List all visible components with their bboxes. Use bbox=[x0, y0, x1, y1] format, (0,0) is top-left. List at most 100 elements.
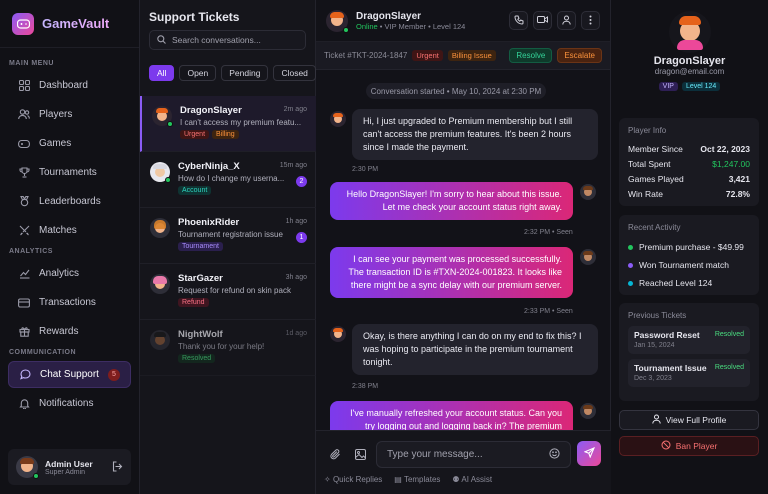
sidebar-item-transactions[interactable]: Transactions bbox=[8, 289, 131, 316]
message-outgoing: Hello DragonSlayer! I'm sorry to hear ab… bbox=[330, 182, 573, 220]
sidebar-item-label: Leaderboards bbox=[39, 196, 101, 207]
emoji-icon[interactable] bbox=[549, 447, 560, 462]
sidebar-item-dashboard[interactable]: Dashboard bbox=[8, 72, 131, 99]
grid-icon bbox=[18, 80, 30, 92]
gift-icon bbox=[18, 326, 30, 338]
activity-dot bbox=[628, 244, 633, 250]
previous-ticket-item[interactable]: Tournament Issue Dec 3, 2023 Resolved bbox=[628, 359, 750, 387]
ticket-item[interactable]: CyberNinja_X 15m ago 2 How do I change m… bbox=[140, 152, 316, 208]
sidebar-item-notifications[interactable]: Notifications bbox=[8, 390, 131, 417]
more-options-button[interactable] bbox=[581, 11, 600, 30]
info-row: Total Spent $1,247.00 bbox=[628, 156, 750, 171]
gamepad-icon bbox=[18, 138, 30, 150]
sidebar-item-label: Analytics bbox=[39, 268, 80, 279]
tickets-panel: Support Tickets Search conversations... … bbox=[140, 0, 316, 494]
sidebar-item-label: Notifications bbox=[39, 398, 94, 409]
message-input-placeholder: Type your message... bbox=[387, 449, 483, 460]
sidebar-item-players[interactable]: Players bbox=[8, 101, 131, 128]
tag-account: Account bbox=[178, 186, 212, 195]
search-placeholder: Search conversations... bbox=[172, 35, 261, 45]
system-message: Conversation started • May 10, 2024 at 2… bbox=[366, 83, 546, 99]
sidebar-item-label: Chat Support bbox=[40, 369, 99, 380]
section-communication: COMMUNICATION bbox=[9, 349, 77, 356]
video-call-button[interactable] bbox=[533, 11, 552, 30]
card-title: Previous Tickets bbox=[628, 311, 687, 320]
swords-icon bbox=[18, 225, 30, 237]
sidebar-item-tournaments[interactable]: Tournaments bbox=[8, 159, 131, 186]
sidebar-item-matches[interactable]: Matches bbox=[8, 217, 131, 244]
sidebar-item-analytics[interactable]: Analytics bbox=[8, 260, 131, 287]
ticket-preview: How do I change my userna... bbox=[178, 174, 285, 183]
filter-open[interactable]: Open bbox=[179, 65, 217, 81]
avatar bbox=[330, 326, 346, 342]
filter-closed[interactable]: Closed bbox=[273, 65, 316, 81]
sidebar-item-chat-support[interactable]: Chat Support 5 bbox=[8, 361, 131, 388]
tag-urgent: Urgent bbox=[180, 130, 210, 139]
previous-ticket-status: Resolved bbox=[714, 364, 744, 371]
templates-button[interactable]: ▤ Templates bbox=[394, 475, 440, 484]
paperclip-icon[interactable] bbox=[330, 449, 341, 462]
user-icon bbox=[651, 414, 661, 426]
search-input[interactable]: Search conversations... bbox=[149, 30, 306, 50]
ticket-bar: Ticket #TKT-2024-1847 Urgent Billing Iss… bbox=[316, 42, 610, 70]
message-incoming: Okay, is there anything I can do on my e… bbox=[352, 324, 598, 375]
previous-ticket-item[interactable]: Password Reset Jan 15, 2024 Resolved bbox=[628, 326, 750, 354]
avatar bbox=[326, 9, 349, 33]
ticket-item[interactable]: NightWolf 1d ago Thank you for your help… bbox=[140, 320, 316, 376]
user-profile-button[interactable] bbox=[557, 11, 576, 30]
search-icon bbox=[157, 34, 166, 46]
quick-replies-label: Quick Replies bbox=[332, 475, 383, 484]
chat-icon bbox=[19, 369, 31, 381]
brand[interactable]: GameVault bbox=[0, 0, 139, 48]
sidebar-item-rewards[interactable]: Rewards bbox=[8, 318, 131, 345]
more-vertical-icon bbox=[589, 15, 592, 27]
filter-all[interactable]: All bbox=[149, 65, 175, 81]
previous-ticket-date: Jan 15, 2024 bbox=[634, 342, 675, 349]
tag-resolved: Resolved bbox=[178, 354, 216, 363]
tag-refund: Refund bbox=[178, 298, 209, 307]
sidebar-item-label: Rewards bbox=[39, 326, 79, 337]
ticket-preview: I can't access my premium featu... bbox=[180, 118, 302, 127]
sidebar-item-leaderboards[interactable]: Leaderboards bbox=[8, 188, 131, 215]
ticket-item[interactable]: DragonSlayer 2m ago I can't access my pr… bbox=[140, 96, 316, 152]
ticket-item[interactable]: StarGazer 3h ago Request for refund on s… bbox=[140, 264, 316, 320]
send-button[interactable] bbox=[577, 441, 601, 466]
ticket-time: 1d ago bbox=[285, 330, 307, 337]
image-icon[interactable] bbox=[355, 449, 366, 462]
activity-item: Won Tournament match bbox=[628, 256, 750, 274]
video-icon bbox=[537, 15, 548, 26]
level-badge: Level 124 bbox=[681, 82, 721, 91]
ticket-item[interactable]: PhoenixRider 1h ago 1 Tournament registr… bbox=[140, 208, 316, 264]
escalate-button[interactable]: Escalate bbox=[557, 48, 602, 63]
trophy-icon bbox=[18, 167, 30, 179]
info-value: Oct 22, 2023 bbox=[700, 143, 750, 154]
message-time: 2:33 PM • Seen bbox=[524, 308, 573, 315]
resolve-button[interactable]: Resolve bbox=[509, 48, 553, 63]
filter-pending[interactable]: Pending bbox=[221, 65, 269, 81]
avatar bbox=[580, 184, 596, 200]
ai-assist-button[interactable]: ⚉ AI Assist bbox=[452, 475, 492, 484]
unread-badge: 1 bbox=[296, 232, 307, 243]
info-row: Member Since Oct 22, 2023 bbox=[628, 141, 750, 156]
previous-ticket-status: Resolved bbox=[714, 331, 744, 338]
filter-tabs: All Open Pending Closed bbox=[140, 50, 316, 81]
message-input[interactable]: Type your message... bbox=[376, 441, 571, 468]
quick-replies-button[interactable]: ✧ Quick Replies bbox=[324, 475, 382, 484]
player-profile-panel: DragonSlayer dragon@email.com VIP Level … bbox=[611, 0, 768, 494]
message-outgoing: I can see your payment was processed suc… bbox=[330, 247, 573, 298]
player-info-card: Player Info Member Since Oct 22, 2023 Tot… bbox=[619, 118, 759, 206]
medal-icon bbox=[18, 196, 30, 208]
avatar bbox=[150, 162, 171, 183]
avatar bbox=[330, 111, 346, 127]
message-time: 2:38 PM bbox=[352, 383, 379, 390]
contact-meta: • VIP Member • Level 124 bbox=[379, 21, 466, 31]
current-user-card[interactable]: Admin User Super Admin bbox=[8, 449, 131, 485]
recent-activity-card: Recent Activity Premium purchase - $49.9… bbox=[619, 215, 759, 295]
view-full-profile-button[interactable]: View Full Profile bbox=[619, 410, 759, 430]
ban-player-button[interactable]: Ban Player bbox=[619, 436, 759, 456]
call-button[interactable] bbox=[509, 11, 528, 30]
sidebar-item-games[interactable]: Games bbox=[8, 130, 131, 157]
info-label: Games Played bbox=[628, 173, 684, 184]
logout-icon[interactable] bbox=[112, 460, 123, 474]
chart-icon bbox=[18, 268, 30, 280]
